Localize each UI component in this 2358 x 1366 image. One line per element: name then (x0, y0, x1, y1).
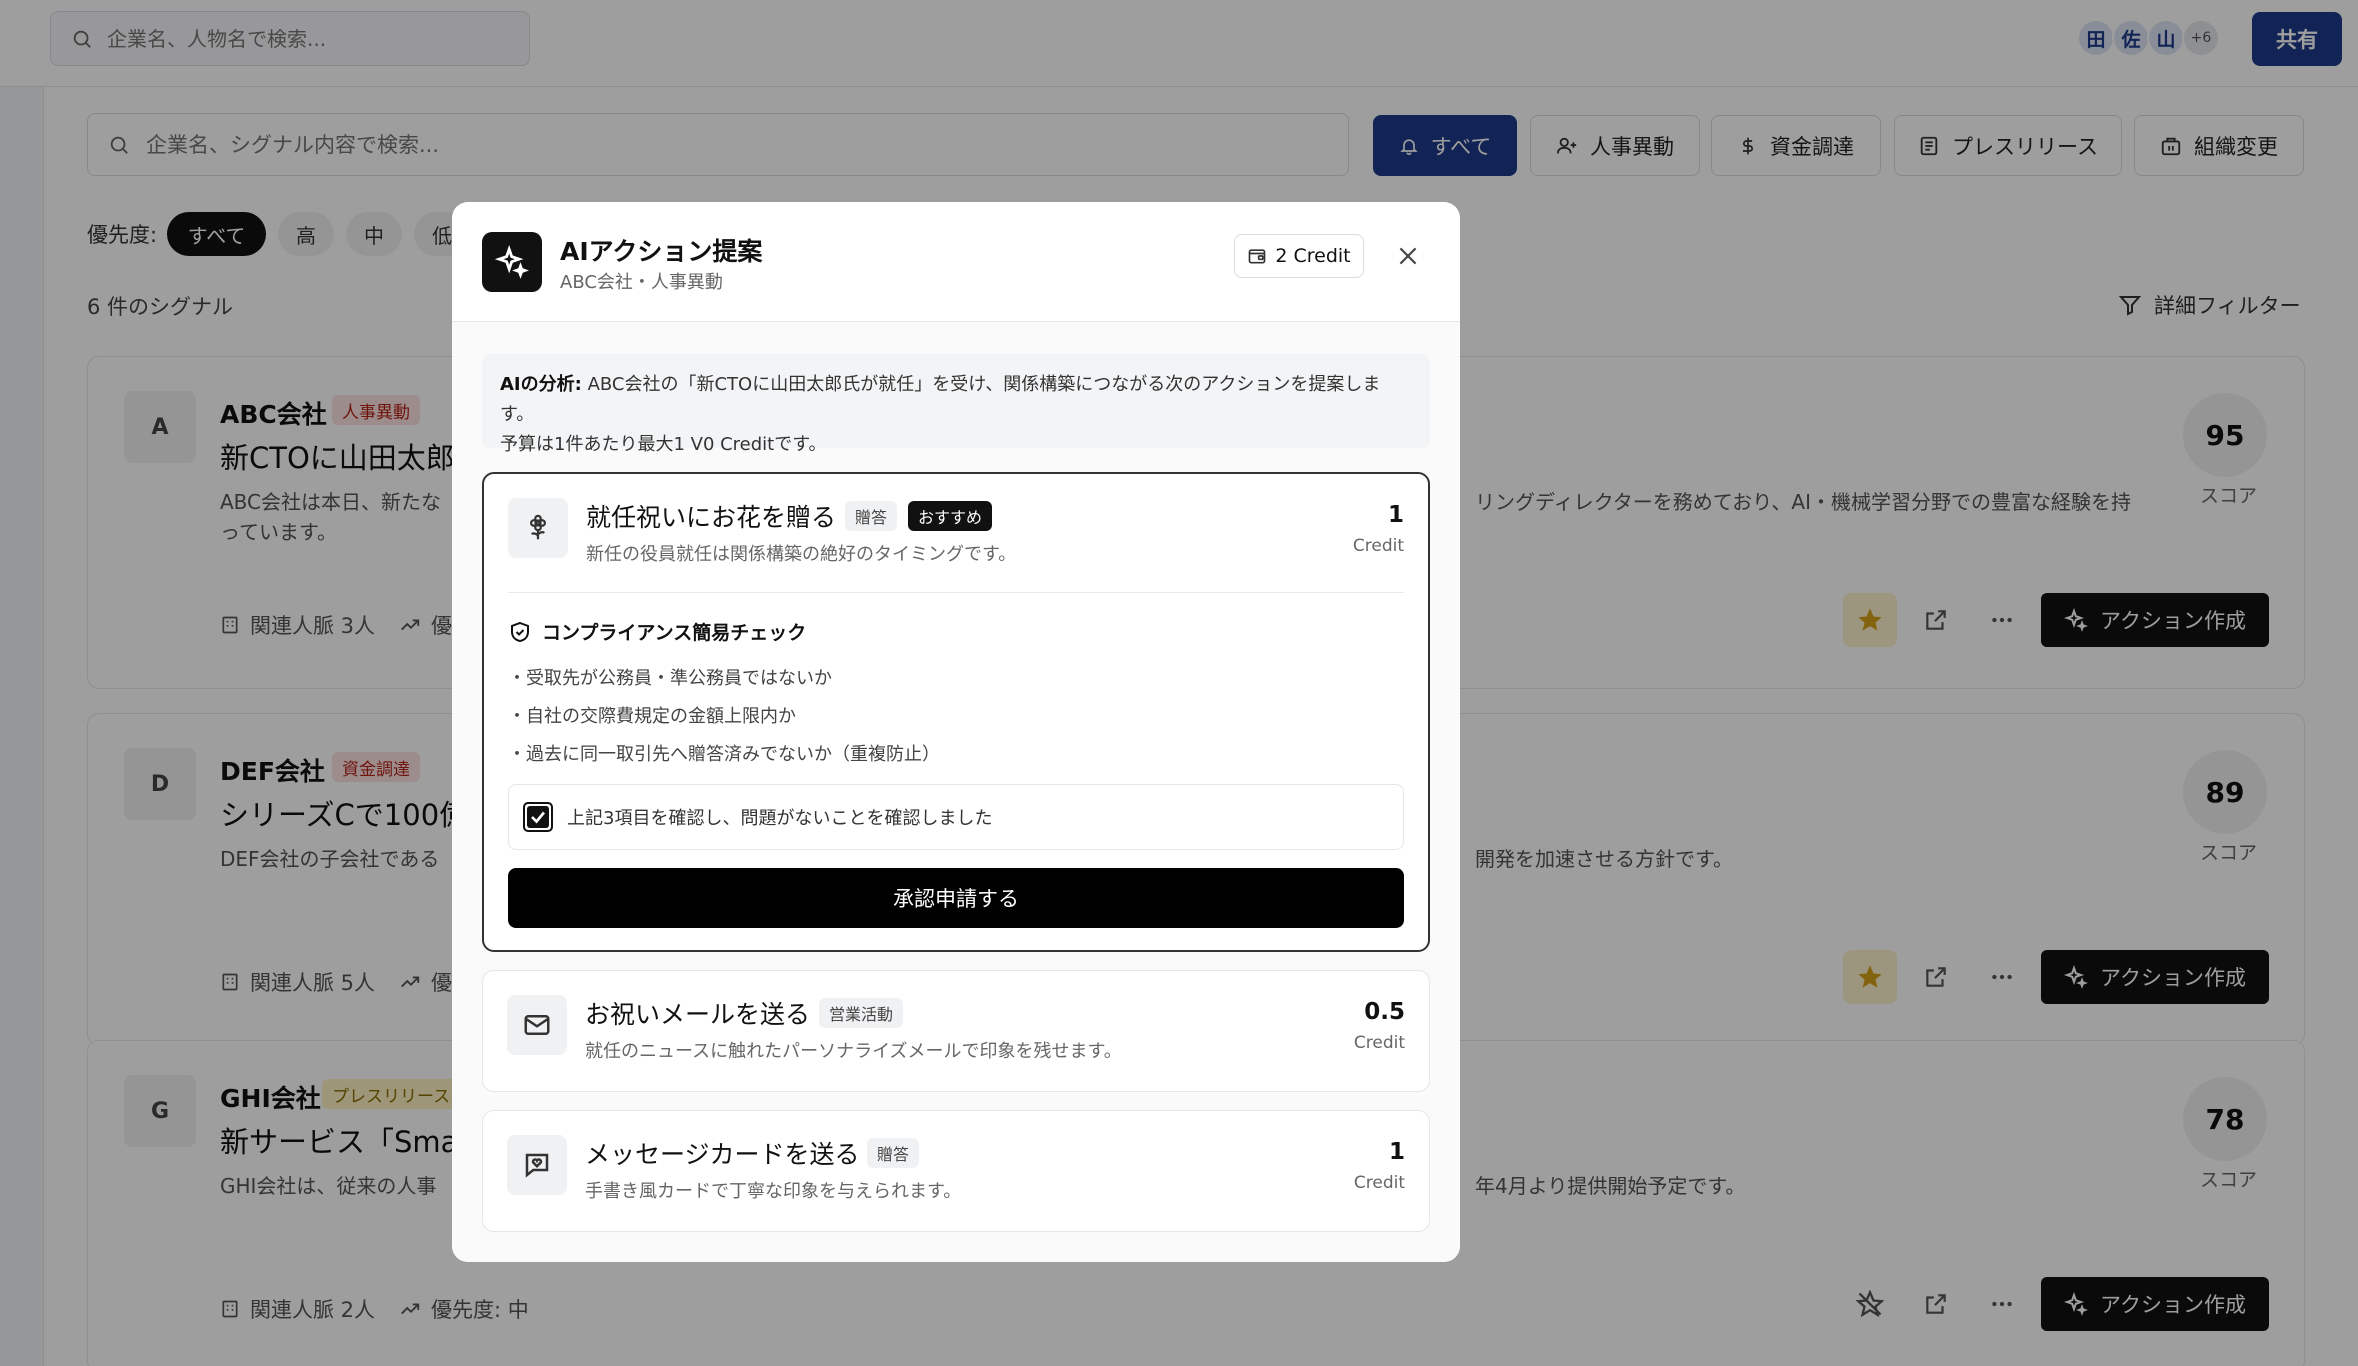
divider (508, 592, 1404, 593)
confirm-checkbox[interactable] (523, 802, 553, 832)
action-option-flowers[interactable]: 就任祝いにお花を贈る 贈答 おすすめ 新任の役員就任は関係構築の絶好のタイミング… (482, 472, 1430, 952)
sparkles-icon (482, 232, 542, 292)
credit-text: 2 Credit (1275, 245, 1351, 267)
modal-body: AIの分析: ABC会社の「新CTOに山田太郎氏が就任」を受け、関係構築につなが… (452, 322, 1460, 1262)
check-icon (527, 806, 549, 828)
shield-check-icon (508, 620, 532, 644)
option-description: 就任のニュースに触れたパーソナライズメールで印象を残せます。 (585, 1041, 1122, 1062)
modal-header: AIアクション提案 ABC会社・人事異動 2 Credit (452, 202, 1460, 322)
compliance-title: コンプライアンス簡易チェック (508, 618, 806, 645)
option-description: 手書き風カードで丁寧な印象を与えられます。 (585, 1181, 962, 1202)
analysis-label: AIの分析: (500, 374, 582, 395)
option-title: 就任祝いにお花を贈る (586, 503, 837, 532)
close-button[interactable] (1390, 238, 1426, 274)
option-description: 新任の役員就任は関係構築の絶好のタイミングです。 (586, 544, 1017, 565)
action-option-message-card[interactable]: メッセージカードを送る 贈答 手書き風カードで丁寧な印象を与えられます。 1 C… (482, 1110, 1430, 1232)
compliance-item: ・自社の交際費規定の金額上限内か (508, 706, 796, 727)
option-credit-unit: Credit (1353, 1173, 1405, 1193)
option-tag: 贈答 (867, 1138, 920, 1168)
close-icon (1395, 243, 1421, 269)
recommended-badge: おすすめ (908, 501, 993, 531)
flower-icon (508, 498, 568, 558)
option-credit-unit: Credit (1353, 1033, 1405, 1053)
option-credit-unit: Credit (1352, 536, 1404, 556)
credit-badge: 2 Credit (1234, 234, 1364, 278)
compliance-confirm[interactable]: 上記3項目を確認し、問題がないことを確認しました (508, 784, 1404, 850)
option-tag: 営業活動 (819, 998, 904, 1028)
option-title: お祝いメールを送る (585, 1000, 811, 1029)
confirm-label: 上記3項目を確認し、問題がないことを確認しました (567, 808, 993, 829)
ai-analysis: AIの分析: ABC会社の「新CTOに山田太郎氏が就任」を受け、関係構築につなが… (482, 354, 1430, 455)
compliance-title-text: コンプライアンス簡易チェック (542, 622, 807, 644)
option-title: メッセージカードを送る (585, 1140, 860, 1169)
compliance-item: ・受取先が公務員・準公務員ではないか (508, 668, 832, 689)
analysis-text-2: 予算は1件あたり最大1 V0 Creditです。 (500, 434, 827, 455)
option-tag: 贈答 (845, 501, 898, 531)
option-credit-value: 1 (1388, 1139, 1405, 1165)
wallet-icon (1247, 246, 1267, 266)
modal-title: AIアクション提案 (560, 237, 763, 266)
ai-action-modal: AIアクション提案 ABC会社・人事異動 2 Credit AIの分析: ABC… (452, 202, 1460, 1262)
analysis-text: ABC会社の「新CTOに山田太郎氏が就任」を受け、関係構築につながる次のアクショ… (500, 374, 1381, 425)
message-heart-icon (507, 1135, 567, 1195)
modal-subtitle: ABC会社・人事異動 (560, 272, 723, 293)
option-credit-value: 1 (1387, 502, 1404, 528)
compliance-item: ・過去に同一取引先へ贈答済みでないか（重複防止） (508, 744, 940, 765)
option-credit-value: 0.5 (1364, 999, 1405, 1025)
action-option-email[interactable]: お祝いメールを送る 営業活動 就任のニュースに触れたパーソナライズメールで印象を… (482, 970, 1430, 1092)
submit-approval-button[interactable]: 承認申請する (508, 868, 1404, 928)
mail-icon (507, 995, 567, 1055)
